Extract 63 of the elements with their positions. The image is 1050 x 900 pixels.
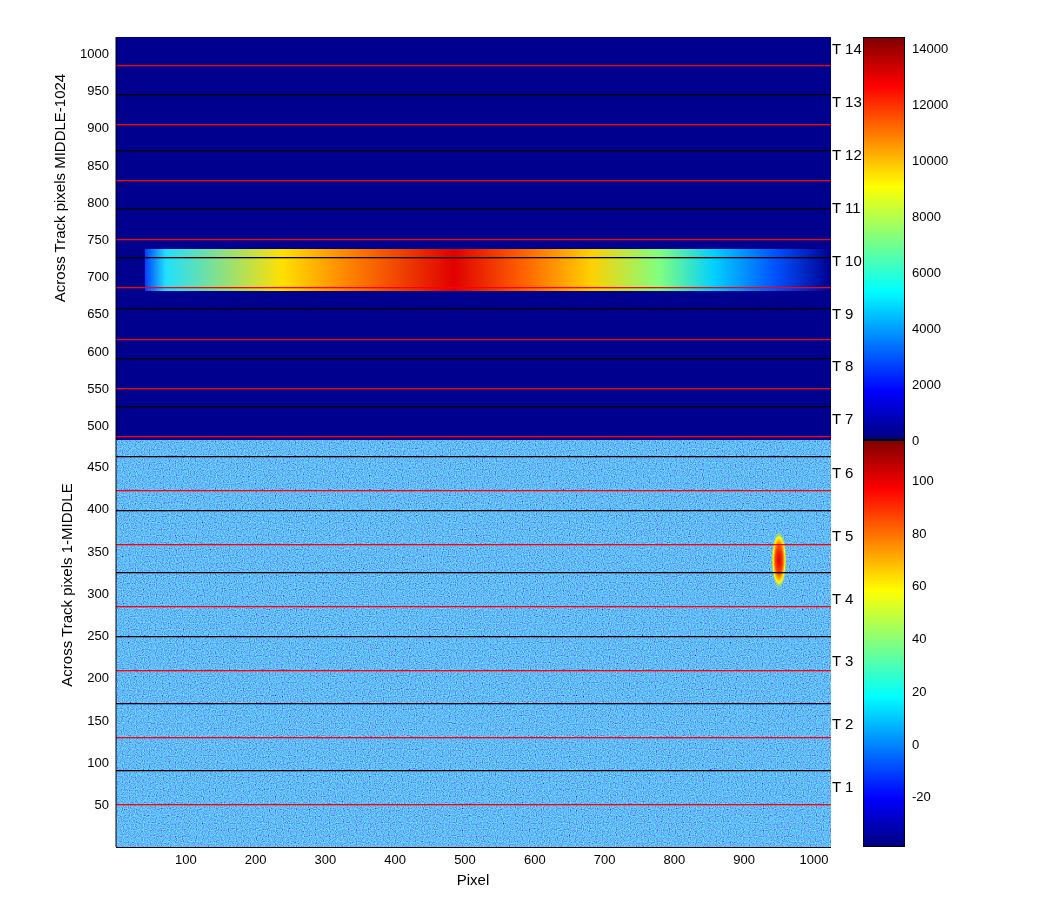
tick-label: 500 <box>454 852 476 867</box>
track-label: T 3 <box>832 652 854 670</box>
tick-label: 300 <box>87 585 109 601</box>
colorbar-tick-label: 40 <box>912 631 927 647</box>
tick-label: 1000 <box>799 852 829 867</box>
axis-title: Across Track pixels 1-MIDDLE <box>58 483 75 687</box>
tick-label: 50 <box>94 797 109 812</box>
colorbar-tick-label: 4000 <box>912 321 941 336</box>
tick-label: 950 <box>87 83 109 99</box>
tick-label: 900 <box>733 852 756 867</box>
track-label: T 4 <box>832 589 854 607</box>
track-label: T 1 <box>832 778 854 795</box>
tick-label: 600 <box>87 343 109 359</box>
tick-label: 200 <box>244 852 267 867</box>
track-label: T 8 <box>832 357 854 375</box>
track-label: T 13 <box>832 92 862 110</box>
tick-label: 450 <box>87 459 109 474</box>
colorbar-tick-label: -20 <box>912 789 931 805</box>
axis-title: Pixel <box>456 871 490 888</box>
tick-label: 550 <box>87 380 109 396</box>
tick-label: 700 <box>87 269 109 285</box>
colorbar-tick-label: 100 <box>912 473 934 488</box>
tick-label: 150 <box>87 712 109 728</box>
tick-label: 100 <box>174 852 197 867</box>
tick-label: 750 <box>87 232 109 247</box>
tick-label: 250 <box>87 628 109 643</box>
colorbar-tick-label: 14000 <box>912 41 949 56</box>
track-label: T 2 <box>832 715 854 733</box>
colorbar-tick-label: 0 <box>912 736 920 752</box>
tick-label: 800 <box>663 852 686 867</box>
colorbar-tick-label: 10000 <box>912 153 949 168</box>
tick-label: 600 <box>523 852 546 867</box>
colorbar-tick-label: 0 <box>912 433 920 448</box>
track-label: T 6 <box>832 464 854 481</box>
tick-label: 200 <box>87 670 109 686</box>
tick-label: 850 <box>87 157 109 173</box>
colorbar-tick-label: 60 <box>912 578 927 594</box>
tick-label: 1000 <box>80 46 109 61</box>
track-label: T 12 <box>832 145 862 163</box>
tick-label: 100 <box>87 754 109 770</box>
colorbar-tick-label: 8000 <box>912 209 941 224</box>
tick-label: 800 <box>87 194 109 210</box>
tick-label: 700 <box>593 852 616 867</box>
tick-label: 650 <box>87 306 109 322</box>
track-label: T 14 <box>832 40 862 57</box>
colorbar-tick-label: 12000 <box>912 97 949 112</box>
colorbar-tick-label: 2000 <box>912 377 941 392</box>
signal-spot <box>771 530 787 590</box>
track-label: T 11 <box>832 198 861 216</box>
tick-label: 900 <box>87 120 109 136</box>
track-label: T 7 <box>832 410 854 428</box>
colorbar-tick-label: 80 <box>912 525 927 541</box>
track-label: T 9 <box>832 304 854 322</box>
colorbar-tick-label: 6000 <box>912 265 941 280</box>
tick-label: 300 <box>314 852 337 867</box>
tick-label: 400 <box>384 852 407 867</box>
track-label: T 5 <box>832 526 854 544</box>
tick-label: 500 <box>87 418 109 433</box>
axis-title: Across Track pixels MIDDLE-1024 <box>51 73 68 303</box>
tick-label: 350 <box>87 543 109 559</box>
track-label: T 10 <box>832 251 862 269</box>
colorbar-tick-label: 20 <box>912 683 927 699</box>
tick-label: 400 <box>87 501 109 517</box>
